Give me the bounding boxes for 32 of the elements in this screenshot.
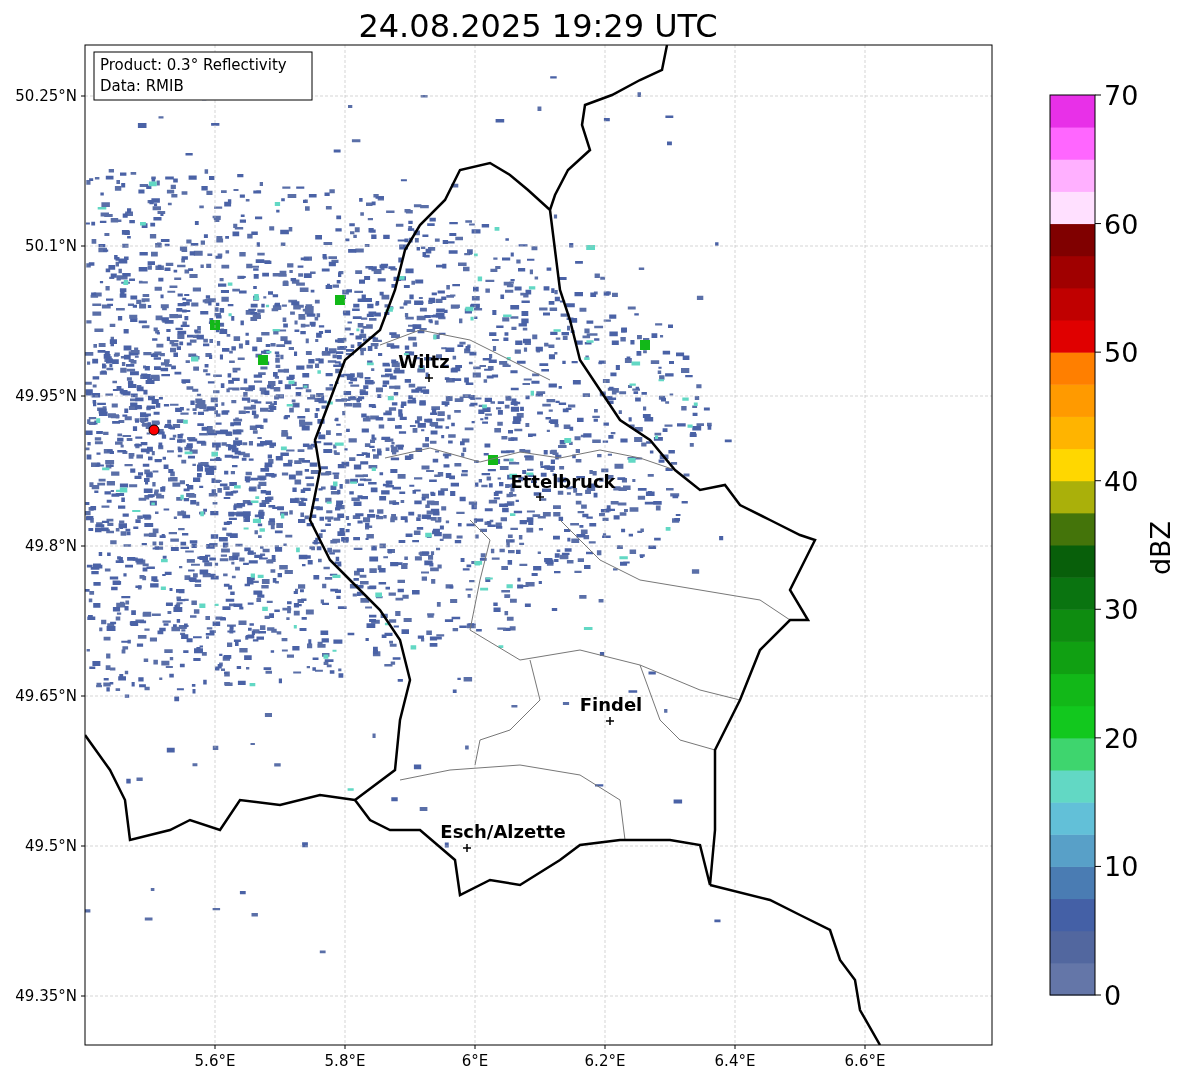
colorbar-tick-label: 50 (1104, 337, 1139, 369)
colorbar-label: dBZ (1145, 520, 1176, 576)
city-marker-icon (462, 843, 472, 853)
axis-tick-label: 49.5°N (24, 837, 77, 855)
colorbar-tick-label: 40 (1104, 465, 1139, 497)
colorbar-tick-label: 70 (1104, 80, 1139, 111)
axis-tick-label: 49.8°N (24, 537, 77, 555)
axis-tick-label: 6.4°E (714, 1052, 756, 1070)
axis-tick-label: 50.25°N (15, 87, 77, 105)
figure-title: 24.08.2025 19:29 UTC (358, 7, 718, 45)
city-label: Findel (579, 694, 643, 715)
colorbar-tick-label: 30 (1104, 594, 1139, 626)
axis-tick-label: 50.1°N (24, 237, 77, 255)
axis-tick-label: 6.6°E (844, 1052, 886, 1070)
city-marker-icon (424, 373, 434, 383)
colorbar-tick-label: 10 (1104, 851, 1139, 883)
axis-tick-label: 49.95°N (15, 387, 77, 405)
axis-tick-label: 49.65°N (15, 687, 77, 705)
colorbar-tick-label: 20 (1104, 722, 1139, 754)
colorbar-tick-label: 60 (1104, 208, 1139, 240)
axis-tick-label: 6°E (461, 1052, 489, 1070)
axis-tick-label: 6.2°E (584, 1052, 626, 1070)
city-label: Esch/Alzette (440, 821, 566, 842)
axis-tick-label: 49.35°N (15, 987, 77, 1005)
legend-text: Data: RMIB (100, 77, 184, 95)
colorbar-tick-label: 0 (1104, 980, 1122, 1011)
radar-site-icon (148, 424, 160, 436)
axis-tick-label: 5.6°E (194, 1052, 236, 1070)
city-marker-icon (605, 716, 615, 726)
axis-tick-label: 5.8°E (324, 1052, 366, 1070)
legend-text: Product: 0.3° Reflectivity (100, 56, 287, 74)
city-marker-icon (535, 492, 545, 502)
